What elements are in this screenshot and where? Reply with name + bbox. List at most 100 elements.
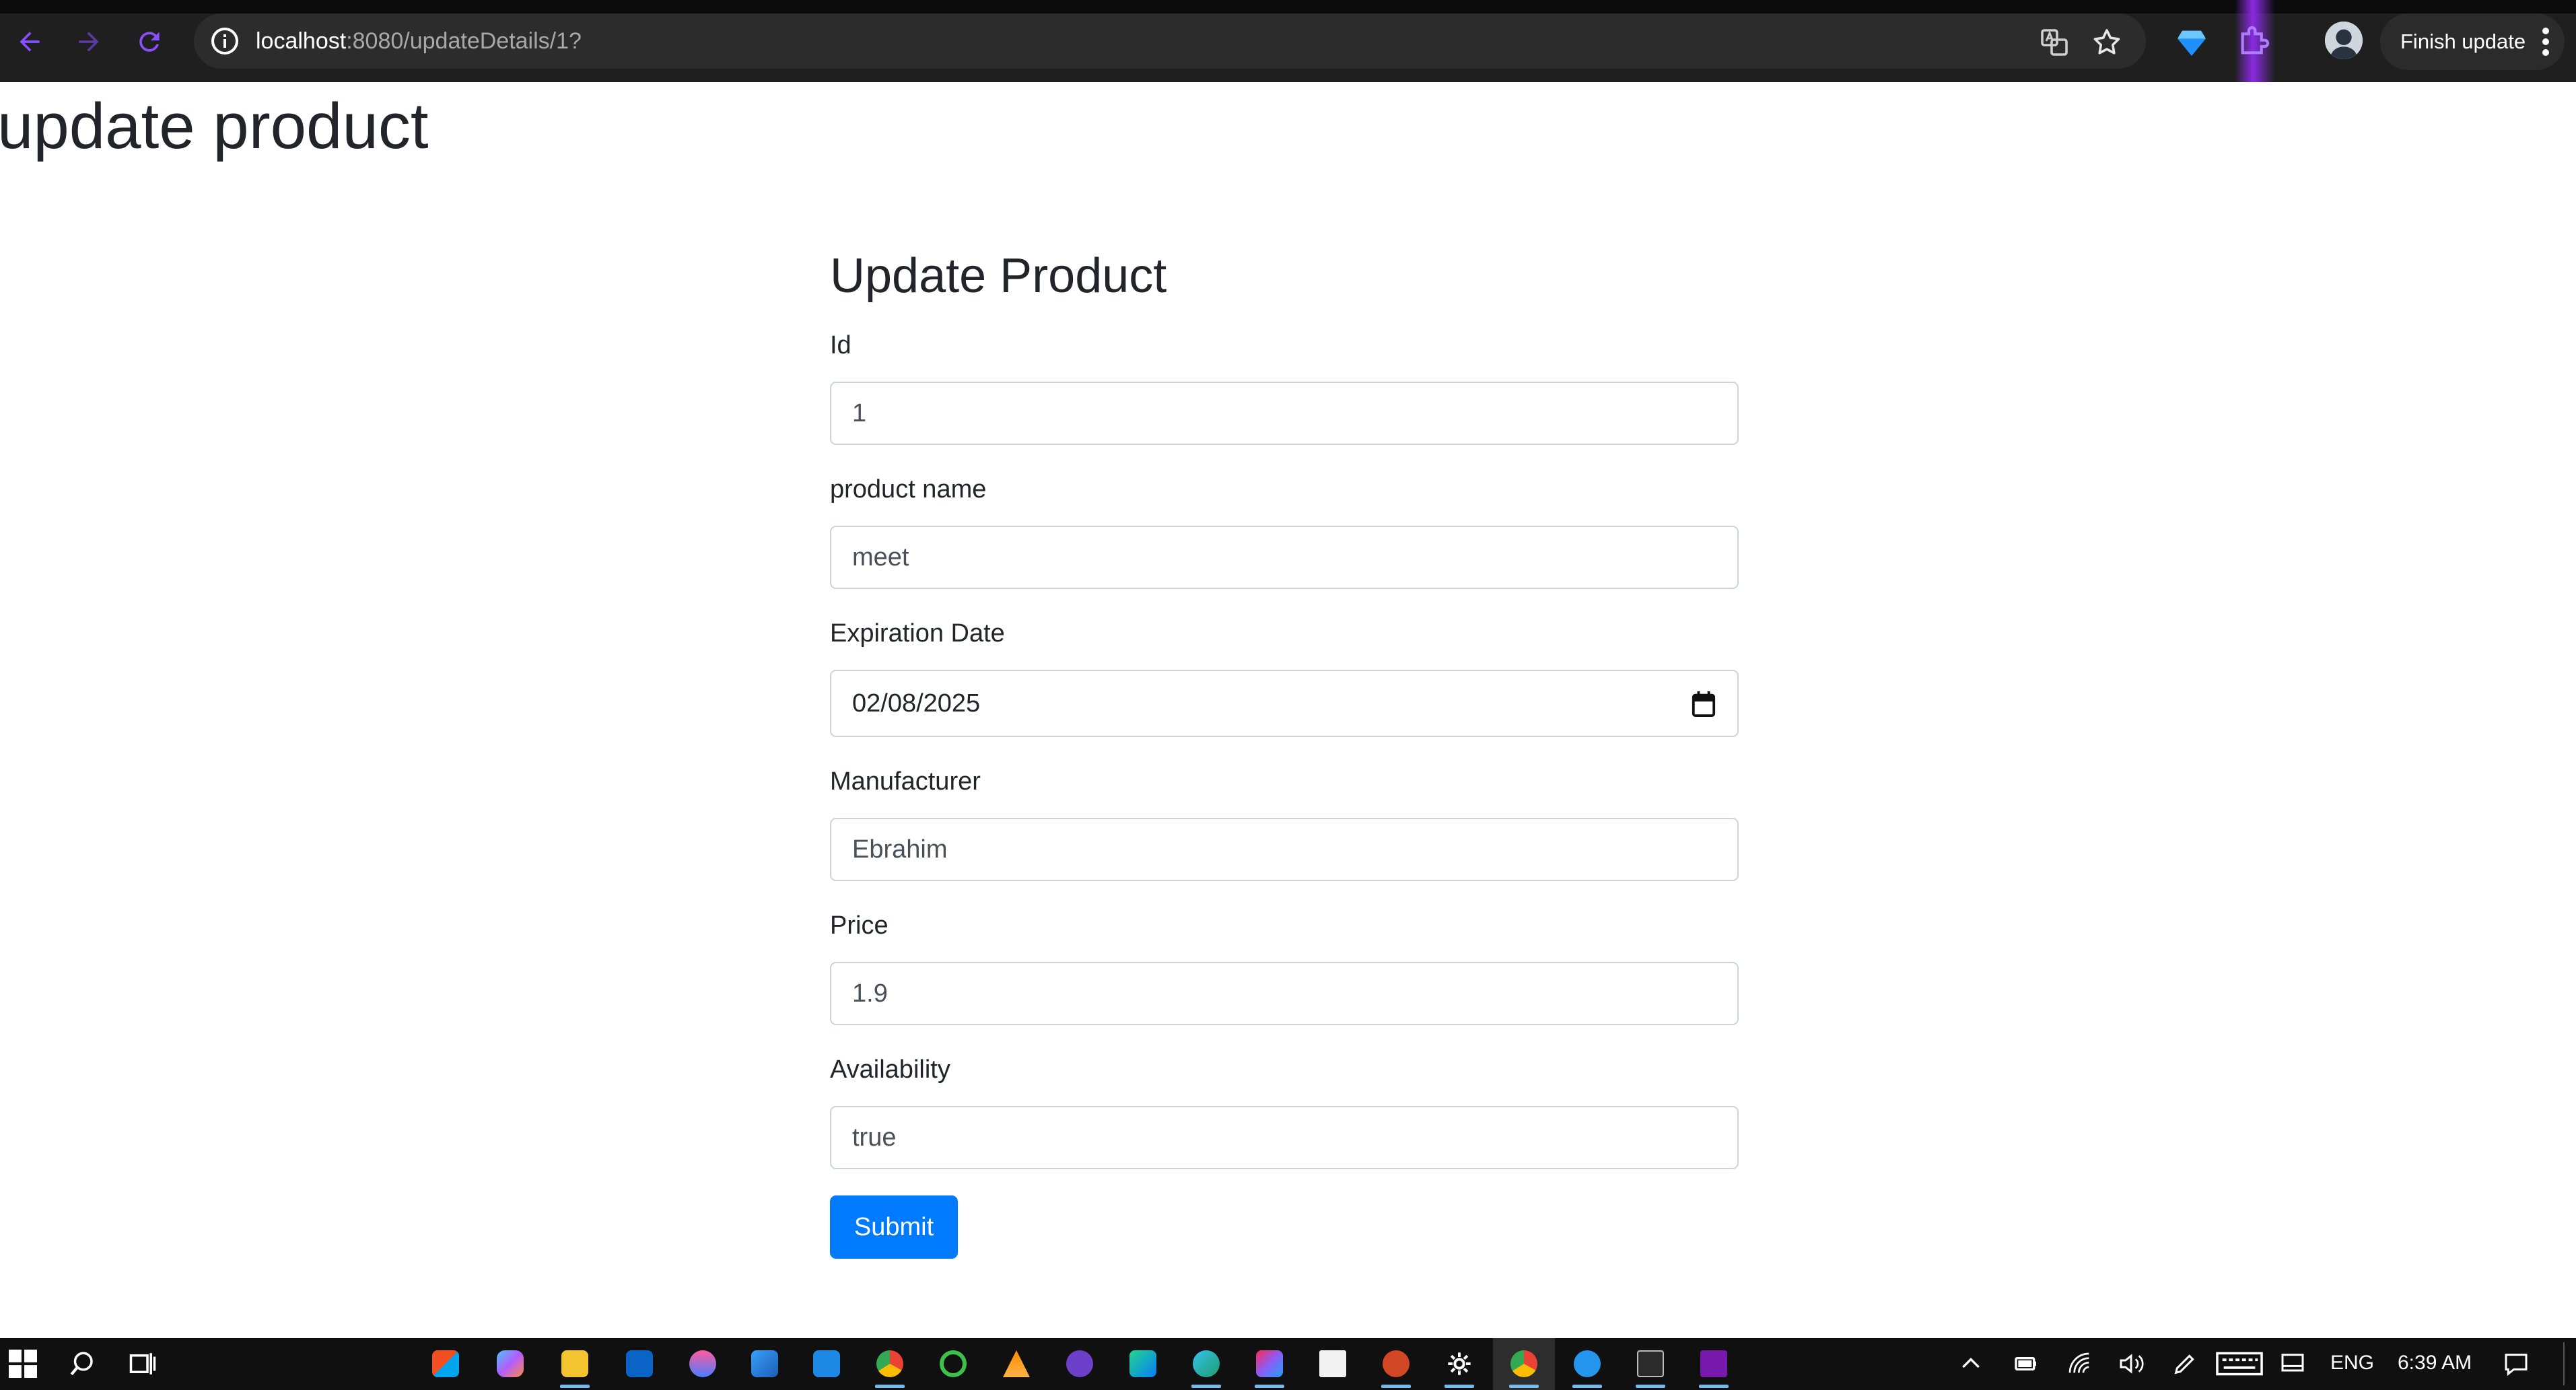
taskbar-app-ring[interactable]: [934, 1345, 972, 1383]
star-icon[interactable]: [2091, 26, 2123, 59]
docker-icon: [1574, 1350, 1601, 1377]
running-indicator: [1699, 1385, 1729, 1388]
url-path: :8080/updateDetails/1?: [346, 28, 582, 54]
price-input[interactable]: 1.9: [830, 962, 1739, 1025]
gear-icon: [1448, 1352, 1471, 1375]
taskbar-app-files[interactable]: [746, 1345, 784, 1383]
running-indicator: [1255, 1385, 1284, 1388]
battery-icon[interactable]: [2013, 1350, 2040, 1377]
manufacturer-label: Manufacturer: [830, 767, 981, 796]
more-vert-icon[interactable]: [2542, 27, 2550, 57]
copilot-icon: [497, 1350, 524, 1377]
price-label: Price: [830, 911, 889, 940]
taskbar-app-droplet[interactable]: [684, 1345, 722, 1383]
expiration-date-input[interactable]: 02/08/2025: [830, 670, 1739, 737]
manufacturer-input[interactable]: Ebrahim: [830, 818, 1739, 881]
display-icon[interactable]: [2279, 1350, 2306, 1377]
clock[interactable]: 6:39 AM: [2398, 1352, 2472, 1375]
field-group-availability: Availability true: [830, 1051, 1739, 1169]
taskbar-app-docker[interactable]: [1568, 1345, 1606, 1388]
browser-toolbar: localhost:8080/updateDetails/1? Finish u…: [0, 0, 2576, 82]
language-indicator[interactable]: ENG: [2330, 1352, 2374, 1375]
info-icon[interactable]: [209, 25, 241, 57]
powerpoint-icon: [1383, 1350, 1409, 1377]
taskbar-app-copilot[interactable]: [491, 1345, 529, 1383]
update-product-form: Update Product Id 1 product name meet Ex…: [830, 242, 1739, 1259]
taskbar-app-intellij[interactable]: [1251, 1345, 1288, 1388]
product-name-input[interactable]: meet: [830, 526, 1739, 589]
taskbar-app-store[interactable]: [427, 1345, 464, 1383]
back-button[interactable]: [8, 20, 51, 63]
running-indicator: [1636, 1385, 1665, 1388]
taskbar-app-vscode[interactable]: [808, 1345, 845, 1383]
form-title: Update Product: [830, 249, 1167, 303]
onenote-icon: [1700, 1350, 1727, 1377]
files-icon: [751, 1350, 778, 1377]
pen-icon[interactable]: [2171, 1350, 2198, 1377]
task-view-button[interactable]: [124, 1345, 162, 1383]
taskbar-app-github[interactable]: [1061, 1345, 1099, 1383]
profile-avatar[interactable]: [2325, 22, 2363, 59]
taskbar-app-settings[interactable]: [1440, 1345, 1478, 1388]
address-bar[interactable]: localhost:8080/updateDetails/1?: [194, 13, 2146, 69]
expiration-date-value: 02/08/2025: [852, 689, 981, 718]
id-input[interactable]: 1: [830, 382, 1739, 445]
running-indicator: [1381, 1385, 1411, 1388]
taskbar-app-document[interactable]: [1314, 1345, 1352, 1383]
taskbar-app-chrome[interactable]: [871, 1345, 909, 1388]
chevron-up-icon[interactable]: [1957, 1350, 1984, 1377]
id-label: Id: [830, 331, 851, 359]
taskbar-app-terminal[interactable]: [1632, 1345, 1669, 1388]
url-host: localhost: [256, 28, 347, 54]
availability-input[interactable]: true: [830, 1106, 1739, 1169]
running-indicator: [1444, 1385, 1474, 1388]
calendar-icon[interactable]: [1692, 691, 1716, 717]
translate-icon[interactable]: [2038, 26, 2070, 59]
edge-icon: [1193, 1350, 1220, 1377]
vscode-icon: [813, 1350, 840, 1377]
taskbar-app-outlook[interactable]: [621, 1345, 658, 1383]
field-group-price: Price 1.9: [830, 907, 1739, 1025]
search-button[interactable]: [63, 1345, 101, 1383]
chrome-icon: [876, 1350, 903, 1377]
running-indicator: [1191, 1385, 1221, 1388]
taskbar-app-vlc[interactable]: [998, 1345, 1035, 1383]
windows-start-icon: [9, 1350, 37, 1378]
github-icon: [1066, 1350, 1093, 1377]
finish-update-button[interactable]: Finish update: [2380, 13, 2565, 70]
start-button[interactable]: [4, 1345, 42, 1383]
chrome-icon: [1510, 1350, 1537, 1377]
finish-update-label: Finish update: [2400, 30, 2526, 53]
taskbar-app-onenote[interactable]: [1695, 1345, 1733, 1388]
product-name-label: product name: [830, 475, 987, 503]
task-view-icon: [129, 1353, 156, 1375]
extension-gem-icon[interactable]: [2173, 23, 2211, 61]
url-text[interactable]: localhost:8080/updateDetails/1?: [256, 27, 582, 55]
taskbar-app-edge[interactable]: [1187, 1345, 1225, 1388]
forward-button[interactable]: [67, 20, 110, 63]
show-desktop-button[interactable]: [2563, 1342, 2565, 1385]
clion-icon: [1129, 1350, 1156, 1377]
taskbar-app-chrome-active[interactable]: [1505, 1345, 1543, 1388]
forward-icon: [79, 32, 99, 52]
running-indicator: [1509, 1385, 1539, 1388]
taskbar-app-file-explorer[interactable]: [556, 1345, 594, 1388]
store-icon: [432, 1350, 459, 1377]
running-indicator: [560, 1385, 590, 1388]
extension-puzzle-icon[interactable]: [2235, 23, 2272, 61]
touch-keyboard-icon[interactable]: [2216, 1350, 2263, 1377]
availability-label: Availability: [830, 1055, 950, 1084]
taskbar-app-clion[interactable]: [1124, 1345, 1162, 1383]
taskbar: ENG 6:39 AM: [0, 1338, 2576, 1390]
wifi-icon[interactable]: [2066, 1350, 2093, 1377]
document-icon: [1319, 1350, 1346, 1377]
volume-icon[interactable]: [2118, 1350, 2145, 1377]
reload-button[interactable]: [128, 20, 171, 63]
submit-button[interactable]: Submit: [830, 1195, 958, 1259]
expiration-date-label: Expiration Date: [830, 619, 1005, 648]
tab-strip: [0, 0, 2576, 13]
back-icon: [20, 32, 40, 52]
notifications-icon[interactable]: [2503, 1350, 2530, 1377]
avatar-person-icon: [2325, 22, 2363, 59]
taskbar-app-powerpoint[interactable]: [1377, 1345, 1415, 1388]
